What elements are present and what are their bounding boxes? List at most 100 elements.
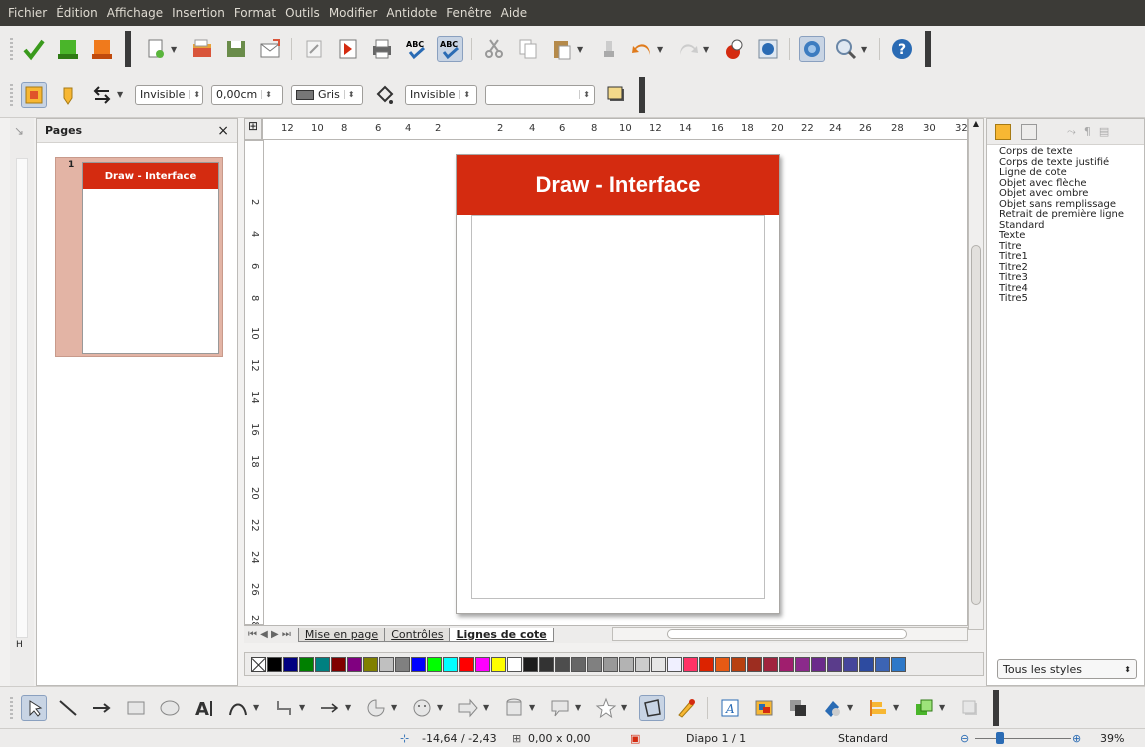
copy-icon[interactable] bbox=[515, 36, 541, 62]
spin-icon[interactable]: ⬍ bbox=[579, 90, 590, 99]
vertical-scrollbar[interactable]: ▲ bbox=[968, 118, 984, 630]
arrow-style-icon[interactable] bbox=[89, 82, 115, 108]
color-swatch[interactable] bbox=[443, 656, 458, 672]
line-style-select[interactable]: Invisible ⬍ bbox=[135, 84, 203, 105]
horizontal-ruler[interactable]: 12 10 8 6 4 2 2 4 6 8 10 12 14 16 18 20 22 24 26 28 30 32 bbox=[262, 118, 968, 140]
chevron-down-icon[interactable]: ▼ bbox=[253, 703, 263, 712]
fill-format-icon[interactable]: ⤳ bbox=[1067, 125, 1076, 139]
toolbar-overflow[interactable] bbox=[125, 31, 131, 67]
points-edit-icon[interactable] bbox=[639, 694, 665, 721]
color-swatch[interactable] bbox=[379, 656, 394, 672]
undo-icon[interactable] bbox=[629, 36, 655, 62]
horizontal-scrollbar[interactable] bbox=[612, 627, 968, 641]
stars-icon[interactable] bbox=[593, 695, 619, 721]
ruler-corner[interactable]: ⊞ bbox=[244, 118, 262, 140]
spin-icon[interactable]: ⬍ bbox=[189, 90, 200, 99]
menu-item-5[interactable]: Outils bbox=[285, 6, 320, 20]
navigator-icon[interactable] bbox=[755, 36, 781, 62]
align-icon[interactable] bbox=[865, 695, 891, 721]
connector-icon[interactable] bbox=[271, 695, 297, 721]
spin-icon[interactable]: ⬍ bbox=[261, 90, 272, 99]
style-list-item[interactable]: Retrait de première ligne bbox=[999, 209, 1132, 221]
color-swatch[interactable] bbox=[763, 656, 778, 672]
menu-item-6[interactable]: Modifier bbox=[329, 6, 378, 20]
chevron-down-icon[interactable]: ▼ bbox=[893, 703, 903, 712]
color-swatch[interactable] bbox=[651, 656, 666, 672]
color-swatch[interactable] bbox=[283, 656, 298, 672]
menu-item-8[interactable]: Fenêtre bbox=[446, 6, 491, 20]
style-list-item[interactable]: Ligne de cote bbox=[999, 167, 1132, 179]
chevron-down-icon[interactable]: ▼ bbox=[861, 45, 871, 54]
styles-filter-select[interactable]: Tous les styles ⬍ bbox=[997, 659, 1137, 679]
chevron-down-icon[interactable]: ▼ bbox=[939, 703, 949, 712]
color-swatch[interactable] bbox=[619, 656, 634, 672]
color-swatch[interactable] bbox=[363, 656, 378, 672]
styles-window-icon[interactable] bbox=[21, 81, 47, 108]
curve-icon[interactable] bbox=[225, 695, 251, 721]
help-icon[interactable]: ? bbox=[889, 36, 915, 62]
toolbar-grip[interactable] bbox=[10, 696, 13, 719]
line-arrow-icon[interactable] bbox=[89, 695, 115, 721]
spin-icon[interactable]: ⬍ bbox=[459, 90, 470, 99]
color-swatch[interactable] bbox=[427, 656, 442, 672]
color-swatch[interactable] bbox=[523, 656, 538, 672]
drawing-page[interactable]: Draw - Interface bbox=[456, 154, 780, 614]
chevron-down-icon[interactable]: ▼ bbox=[847, 703, 857, 712]
redo-icon[interactable] bbox=[675, 36, 701, 62]
chevron-down-icon[interactable]: ▼ bbox=[577, 45, 587, 54]
extrusion-icon[interactable] bbox=[819, 695, 845, 721]
drawing-canvas[interactable]: Draw - Interface bbox=[264, 140, 968, 625]
scroll-track[interactable] bbox=[16, 158, 28, 638]
zoom-slider[interactable] bbox=[975, 738, 1071, 739]
color-swatch[interactable] bbox=[347, 656, 362, 672]
hide-icon[interactable]: H bbox=[16, 640, 23, 650]
color-swatch[interactable] bbox=[411, 656, 426, 672]
menu-item-7[interactable]: Antidote bbox=[386, 6, 437, 20]
scroll-thumb[interactable] bbox=[971, 245, 981, 605]
style-list-item[interactable]: Objet avec ombre bbox=[999, 188, 1132, 200]
orange-layer-icon[interactable] bbox=[89, 36, 115, 62]
chevron-down-icon[interactable]: ▼ bbox=[529, 703, 539, 712]
update-style-icon[interactable]: ▤ bbox=[1099, 125, 1109, 138]
zoom-icon[interactable] bbox=[833, 36, 859, 62]
fontwork-gallery-icon[interactable]: A bbox=[717, 695, 743, 721]
style-list-item[interactable]: Titre5 bbox=[999, 293, 1132, 305]
color-swatch[interactable] bbox=[459, 656, 474, 672]
close-icon[interactable]: × bbox=[217, 123, 229, 139]
chevron-down-icon[interactable]: ▼ bbox=[391, 703, 401, 712]
line-width-field[interactable]: 0,00cm ⬍ bbox=[211, 84, 283, 105]
chevron-down-icon[interactable]: ▼ bbox=[575, 703, 585, 712]
spin-icon[interactable]: ⬍ bbox=[1124, 665, 1131, 674]
color-swatch[interactable] bbox=[331, 656, 346, 672]
color-swatch[interactable] bbox=[587, 656, 602, 672]
menu-item-1[interactable]: Édition bbox=[56, 6, 98, 20]
zoom-in-icon[interactable]: ⊕ bbox=[1072, 732, 1081, 745]
document-modified-icon[interactable]: ▣ bbox=[630, 732, 640, 745]
paste-icon[interactable] bbox=[549, 36, 575, 62]
color-swatch[interactable] bbox=[699, 656, 714, 672]
color-swatch[interactable] bbox=[539, 656, 554, 672]
color-swatch[interactable] bbox=[843, 656, 858, 672]
ellipse-icon[interactable] bbox=[157, 695, 183, 721]
chevron-down-icon[interactable]: ▼ bbox=[657, 45, 667, 54]
menu-item-4[interactable]: Format bbox=[234, 6, 276, 20]
chevron-down-icon[interactable]: ▼ bbox=[299, 703, 309, 712]
color-swatch[interactable] bbox=[667, 656, 682, 672]
color-swatch[interactable] bbox=[395, 656, 410, 672]
arrange-order-icon[interactable] bbox=[911, 695, 937, 721]
flowchart-icon[interactable] bbox=[501, 695, 527, 721]
open-folder-icon[interactable] bbox=[189, 36, 215, 62]
color-swatch[interactable] bbox=[715, 656, 730, 672]
callouts-icon[interactable] bbox=[547, 695, 573, 721]
chevron-down-icon[interactable]: ▼ bbox=[171, 45, 181, 54]
chevron-down-icon[interactable]: ▼ bbox=[345, 703, 355, 712]
toolbar-overflow[interactable] bbox=[925, 31, 931, 67]
style-list-item[interactable]: Texte bbox=[999, 230, 1132, 242]
color-swatch[interactable] bbox=[555, 656, 570, 672]
shadow-icon[interactable] bbox=[603, 82, 629, 108]
color-swatch[interactable] bbox=[859, 656, 874, 672]
presentation-styles-icon[interactable] bbox=[1021, 123, 1037, 140]
color-swatch[interactable] bbox=[299, 656, 314, 672]
gallery-icon[interactable] bbox=[721, 36, 747, 62]
color-swatch[interactable] bbox=[875, 656, 890, 672]
